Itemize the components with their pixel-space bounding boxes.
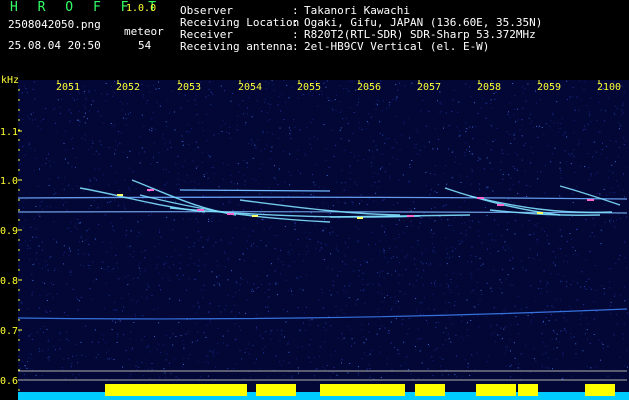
- x-tick-label: 2055: [297, 82, 321, 93]
- y-tick-label: 0.6: [0, 376, 18, 387]
- hrofft-window: H R O F F T 1.0.0 2508042050.png meteor …: [0, 0, 629, 400]
- meteor-hotspot: [497, 204, 504, 206]
- meteor-echo: [139, 194, 331, 223]
- carrier-line-low: [17, 308, 628, 320]
- x-tick-label: 2100: [597, 82, 621, 93]
- meteor-warm-spot: [117, 194, 123, 196]
- meteor-echo: [559, 185, 621, 206]
- meteor-hotspot: [147, 189, 154, 191]
- level-meter-bar: [476, 384, 516, 396]
- x-tick-label: 2054: [238, 82, 262, 93]
- x-tick-label: 2053: [177, 82, 201, 93]
- level-meter-bar: [320, 384, 405, 396]
- meteor-echo: [79, 187, 206, 213]
- carrier-line-top: [17, 196, 628, 200]
- x-tick-label: 2052: [116, 82, 140, 93]
- meteor-warm-spot: [357, 217, 363, 219]
- x-tick-label: 2057: [417, 82, 441, 93]
- level-meter-bar: [172, 384, 247, 396]
- noise-speckle: [18, 80, 628, 381]
- level-meter-bar: [256, 384, 296, 396]
- y-tick-label: 1.1: [0, 127, 18, 138]
- y-tick-label: 0.9: [0, 226, 18, 237]
- y-tick-label: 0.8: [0, 276, 18, 287]
- x-tick-label: 2058: [477, 82, 501, 93]
- level-meter-bar: [415, 384, 445, 396]
- spectrogram-overlay: kHz 1.1 1.0 0.9 0.8 0.7 0.6 2051 2052 2053 2054 205…: [0, 75, 629, 400]
- meteor-warm-spot: [252, 215, 258, 217]
- meteor-warm-spot: [537, 212, 543, 214]
- x-tick-label: 2056: [357, 82, 381, 93]
- level-meter-bar: [518, 384, 538, 396]
- y-tick-label: 1.0: [0, 176, 18, 187]
- meteor-hotspot: [197, 209, 204, 211]
- x-tick-label: 2051: [56, 82, 80, 93]
- level-meter-bar: [585, 384, 615, 396]
- meteor-hotspot: [407, 215, 414, 217]
- y-tick-label: 0.7: [0, 326, 18, 337]
- y-axis-unit: kHz: [1, 75, 19, 86]
- meteor-hotspot: [587, 199, 594, 201]
- meteor-echo: [239, 199, 401, 216]
- meteor-echo: [329, 214, 471, 218]
- meteor-hotspot: [477, 197, 484, 199]
- x-tick-label: 2059: [537, 82, 561, 93]
- carrier-segment: [179, 189, 331, 192]
- meteor-hotspot: [227, 213, 234, 215]
